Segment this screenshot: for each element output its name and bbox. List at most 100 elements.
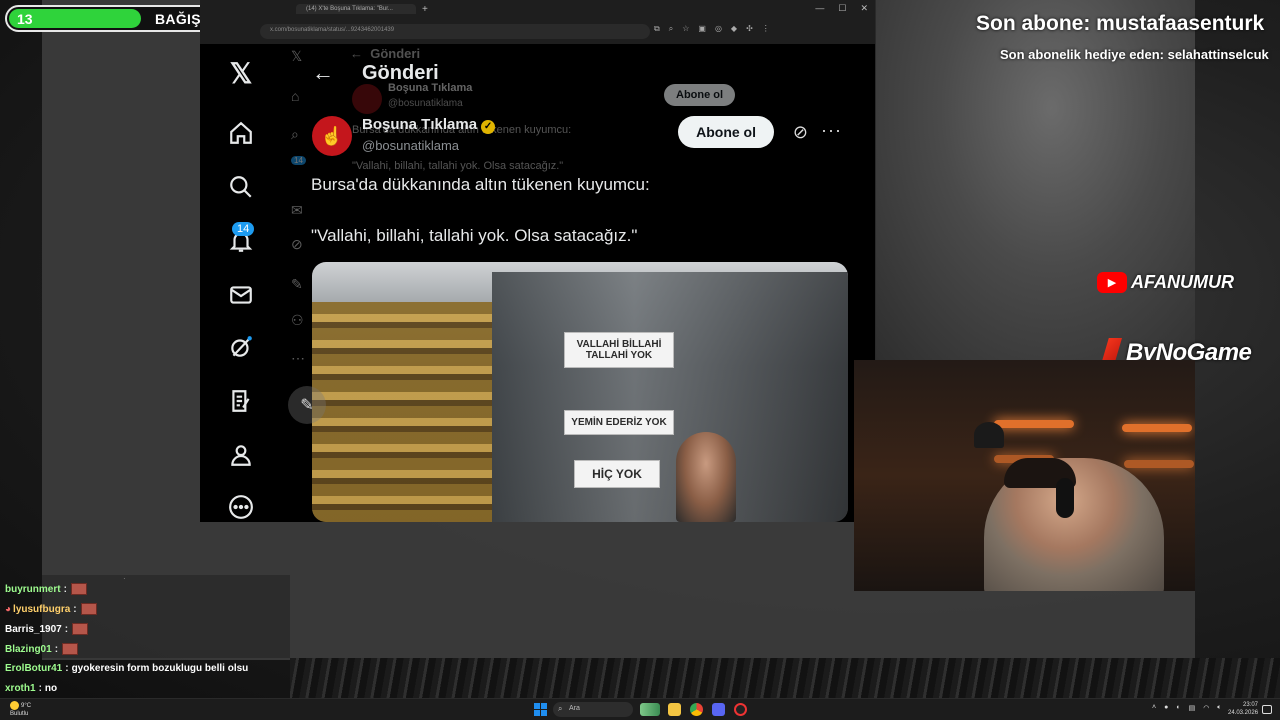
post-media-image[interactable]: VALLAHİ BİLLAHİ TALLAHİ YOK YEMİN EDERİZ… bbox=[312, 262, 848, 522]
browser-tab[interactable]: (14) X'te Boşuna Tıklama: "Bur... bbox=[296, 4, 416, 14]
weather-description: Bulutlu bbox=[10, 711, 29, 718]
notification-center-icon[interactable] bbox=[1262, 705, 1272, 714]
youtube-channel-name: AFANUMUR bbox=[1131, 272, 1234, 292]
mail-icon[interactable] bbox=[226, 280, 256, 310]
headphones bbox=[1056, 478, 1074, 518]
tray-app-icon[interactable]: ▤ bbox=[1189, 704, 1196, 712]
sign: VALLAHİ BİLLAHİ TALLAHİ YOK bbox=[564, 332, 674, 368]
zoom-icon[interactable]: ⌕ bbox=[669, 24, 673, 34]
author-name[interactable]: Boşuna Tıklama ✓ bbox=[362, 116, 496, 134]
system-tray: ˄ ● ◐ ▤ ◠ 🔈︎ bbox=[1152, 704, 1222, 712]
chat-message: Blazing01: bbox=[5, 643, 79, 655]
post-text: Bursa'da dükkanında altın tükenen kuyumc… bbox=[311, 175, 650, 194]
new-tab-icon[interactable]: + bbox=[422, 4, 428, 15]
widgets-icon[interactable] bbox=[640, 703, 660, 716]
chevron-up-icon[interactable]: ˄ bbox=[1152, 704, 1156, 712]
compose-post-icon[interactable]: ✎ bbox=[288, 386, 326, 424]
chat-message: xroth1: no bbox=[5, 683, 58, 694]
shop-owner bbox=[676, 432, 736, 522]
window-controls: — ☐ ✕ bbox=[815, 3, 868, 14]
gold-display-shelf bbox=[312, 302, 492, 522]
badge-icon: ◕ bbox=[5, 603, 12, 615]
discord-icon[interactable] bbox=[712, 703, 725, 716]
browser-chrome: (14) X'te Boşuna Tıklama: "Bur... + — ☐ … bbox=[200, 0, 875, 44]
x-sidebar: 𝕏 14 bbox=[200, 44, 286, 522]
address-bar[interactable]: x.com/bosunatiklama/status/...9243462001… bbox=[260, 24, 650, 39]
chat-message: ErolBotur41: gyokeresin form bozuklugu be… bbox=[5, 663, 249, 674]
extension-icon[interactable]: ▣ bbox=[698, 24, 706, 34]
extension-icon[interactable]: ◎ bbox=[715, 24, 722, 34]
tray-app-icon[interactable]: ● bbox=[1164, 704, 1168, 712]
volume-icon[interactable]: 🔈︎ bbox=[1217, 704, 1221, 712]
youtube-play-icon: ▶ bbox=[1097, 272, 1127, 293]
weather-widget[interactable]: 9°C Bulutlu bbox=[10, 701, 31, 718]
chat-message: Barris_1907: bbox=[5, 623, 89, 635]
search-icon: ⌕ bbox=[558, 704, 563, 713]
donation-start-value: 13 bbox=[17, 10, 33, 27]
chat-username: ErolBotur41 bbox=[5, 663, 63, 674]
background-artwork bbox=[290, 658, 1280, 698]
more-icon: ⋯ bbox=[291, 350, 305, 366]
webcam-feed bbox=[854, 360, 1195, 591]
grok-icon[interactable]: ⊘ bbox=[793, 122, 808, 143]
ghost-post-text: "Vallahi, billahi, tallahi yok. Olsa sat… bbox=[352, 160, 564, 172]
app-icon[interactable] bbox=[734, 703, 747, 716]
author-handle[interactable]: @bosunatiklama bbox=[362, 138, 459, 153]
chat-message: buyrunmert: bbox=[5, 583, 87, 595]
maximize-icon[interactable]: ☐ bbox=[838, 3, 846, 14]
ghost-author-name: Boşuna Tıklama bbox=[388, 82, 473, 94]
chat-text: gyokeresin form bozuklugu belli olsu bbox=[71, 663, 249, 674]
windows-start-icon[interactable] bbox=[534, 703, 547, 716]
browser-window: (14) X'te Boşuna Tıklama: "Bur... + — ☐ … bbox=[200, 0, 876, 522]
grok-icon[interactable] bbox=[226, 332, 256, 362]
extensions-puzzle-icon[interactable]: ✣ bbox=[746, 24, 753, 34]
post-author-row: ☝ Boşuna Tıklama ✓ @bosunatiklama Abone o… bbox=[312, 112, 860, 156]
minimize-icon[interactable]: — bbox=[815, 3, 824, 14]
chrome-icon[interactable] bbox=[690, 703, 703, 716]
extension-icon[interactable]: ◆ bbox=[731, 24, 737, 34]
sign: YEMİN EDERİZ YOK bbox=[564, 410, 674, 435]
profile-icon[interactable] bbox=[226, 440, 256, 470]
taskbar-search[interactable]: ⌕ Ara bbox=[553, 702, 633, 717]
shop-glass-case bbox=[492, 272, 848, 522]
clock-date: 24.03.2026 bbox=[1228, 710, 1259, 716]
weather-icon bbox=[10, 701, 19, 710]
chat-username: xroth1 bbox=[5, 683, 36, 694]
menu-dots-icon[interactable]: ⋮ bbox=[762, 24, 770, 34]
emote-icon bbox=[72, 623, 89, 635]
ghost-author-handle: @bosunatiklama bbox=[388, 98, 463, 109]
taskbar-clock[interactable]: 23:07 24.03.2026 bbox=[1228, 701, 1258, 717]
file-explorer-icon[interactable] bbox=[668, 703, 681, 716]
emote-icon bbox=[62, 643, 79, 655]
emote-icon bbox=[70, 583, 87, 595]
search-placeholder: Ara bbox=[569, 705, 580, 712]
bookmark-star-icon[interactable]: ☆ bbox=[682, 24, 689, 34]
lists-icon[interactable] bbox=[226, 386, 256, 416]
tray-app-icon[interactable]: ◐ bbox=[1176, 704, 1180, 712]
chat-message: ◕ lyusufbugra: bbox=[5, 603, 97, 615]
install-icon[interactable]: ⧉ bbox=[654, 24, 660, 34]
windows-taskbar: 9°C Bulutlu ⌕ Ara ˄ ● ◐ ▤ ◠ 🔈︎ 23:07 24.… bbox=[0, 698, 1280, 720]
youtube-channel-badge: ▶ AFANUMUR bbox=[1097, 272, 1234, 293]
subscribe-button[interactable]: Abone ol bbox=[678, 116, 774, 148]
wall-light bbox=[994, 420, 1074, 428]
clock-time: 23:07 bbox=[1242, 702, 1258, 708]
x-logo-icon[interactable]: 𝕏 bbox=[226, 58, 256, 89]
avatar[interactable]: ☝ bbox=[312, 116, 352, 156]
close-icon[interactable]: ✕ bbox=[860, 3, 868, 14]
ghost-subscribe-button: Abone ol bbox=[664, 84, 736, 106]
chat-username: Blazing01 bbox=[5, 643, 52, 655]
grok-icon: ⊘ bbox=[291, 236, 303, 252]
tab-bar: (14) X'te Boşuna Tıklama: "Bur... + bbox=[200, 0, 875, 18]
lists-icon: ✎ bbox=[291, 276, 303, 292]
search-icon[interactable] bbox=[226, 172, 256, 202]
wifi-icon[interactable]: ◠ bbox=[1203, 704, 1209, 712]
post-text: "Vallahi, billahi, tallahi yok. Olsa sat… bbox=[311, 226, 638, 245]
more-icon[interactable] bbox=[226, 492, 256, 522]
home-icon[interactable] bbox=[226, 118, 256, 148]
chat-username: Barris_1907 bbox=[5, 623, 62, 635]
back-arrow-icon[interactable]: ← bbox=[312, 60, 334, 86]
stream-frame: 13 BAĞIŞ KUTUSU 39 (14) X'te Boşuna Tıkl… bbox=[0, 0, 1280, 720]
more-options-icon[interactable]: ··· bbox=[821, 120, 842, 141]
ghost-avatar bbox=[352, 84, 382, 114]
